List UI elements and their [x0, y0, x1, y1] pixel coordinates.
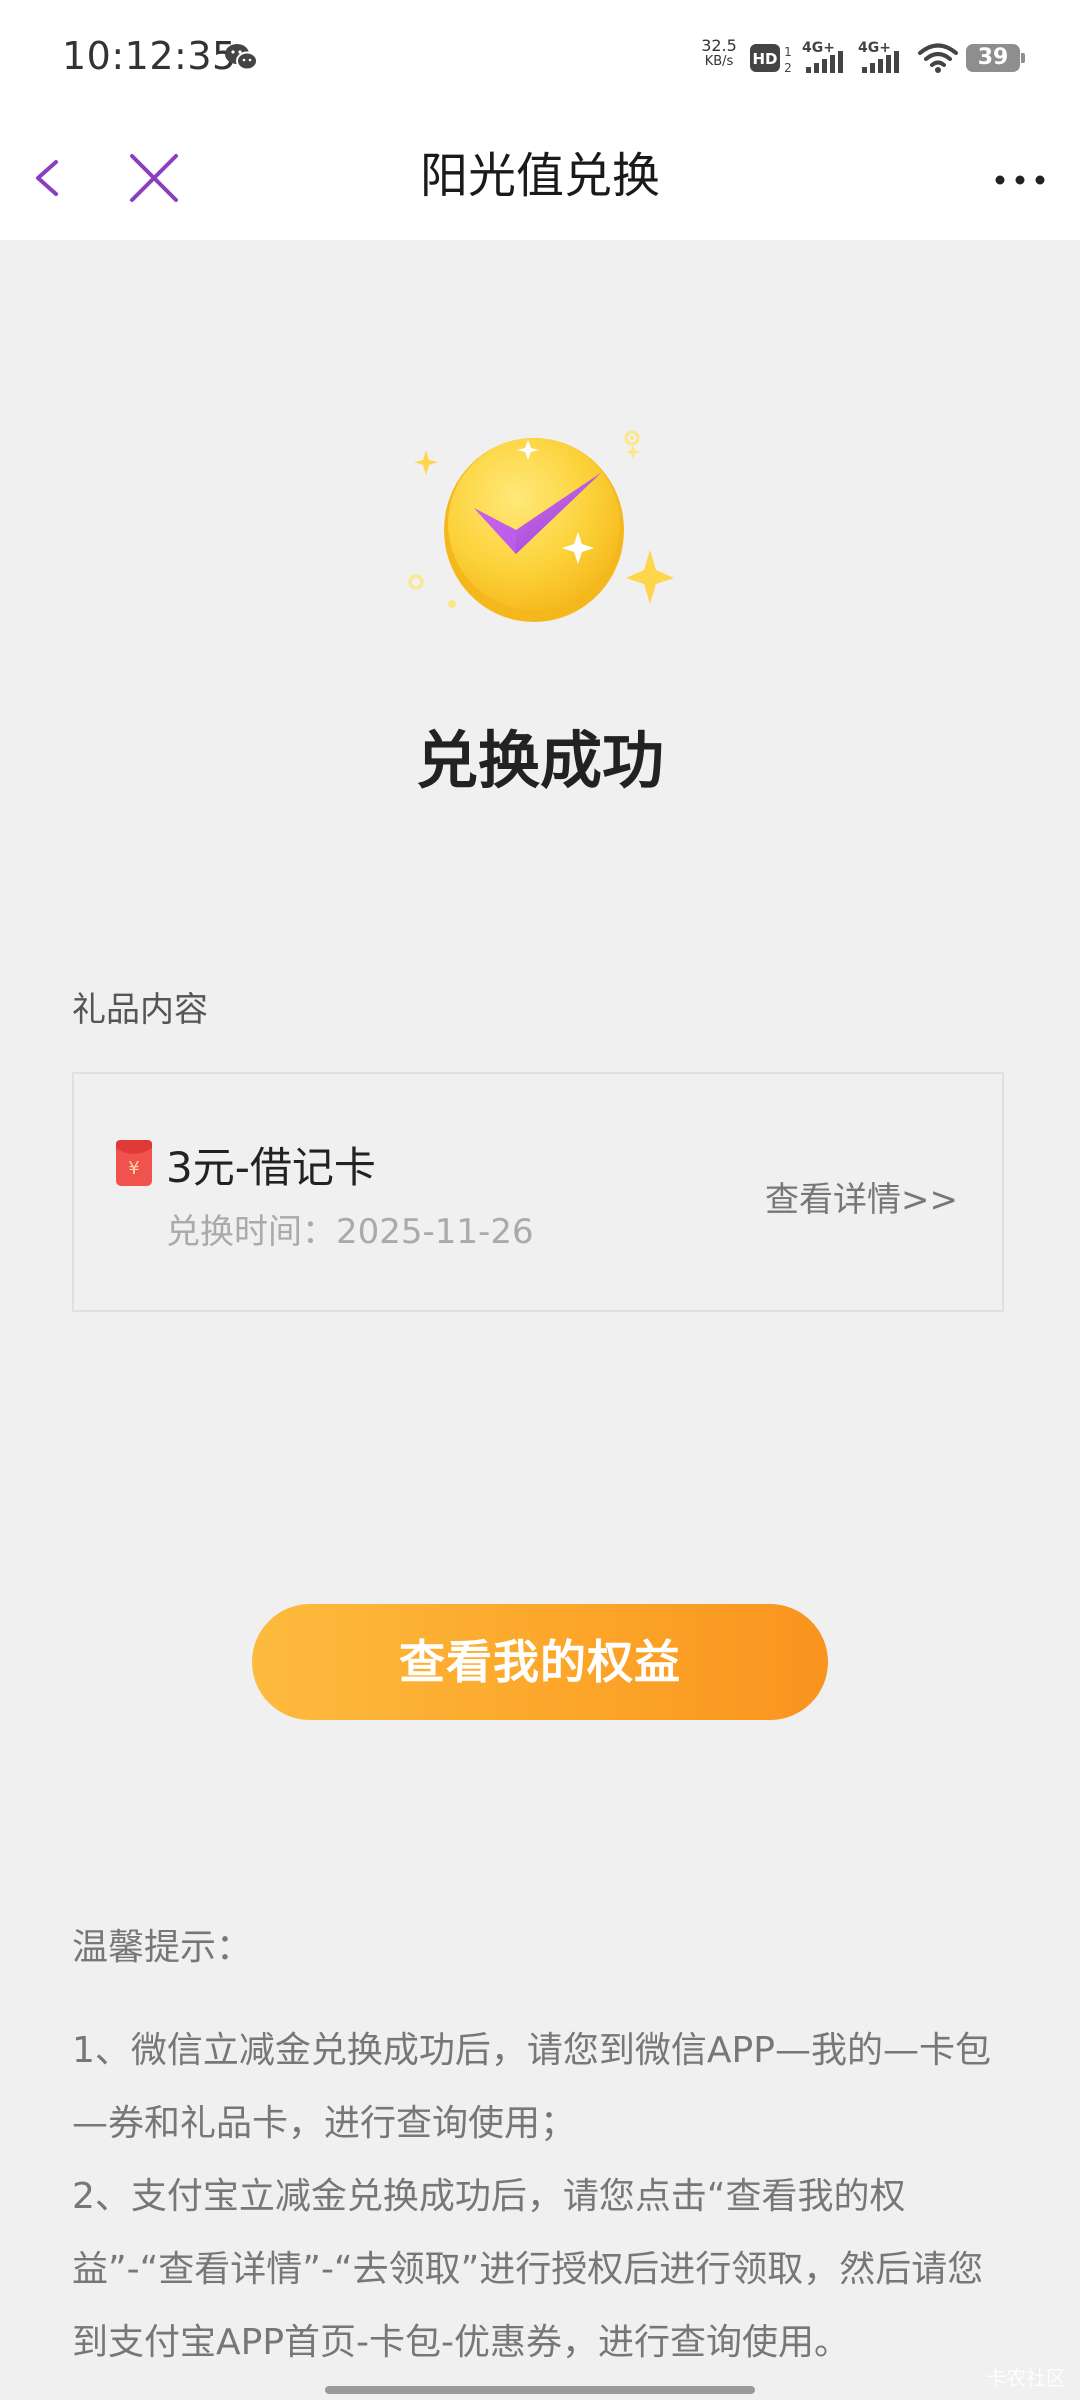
- net-speed-unit: KB/s: [704, 54, 734, 69]
- gift-card: ¥ 3元-借记卡 兑换时间：2025-11-26 查看详情>>: [72, 1072, 1004, 1312]
- battery-level: 39: [977, 45, 1009, 70]
- svg-text:HD: HD: [752, 50, 777, 68]
- svg-text:2: 2: [784, 61, 792, 74]
- view-my-benefits-button[interactable]: 查看我的权益: [252, 1604, 828, 1720]
- tips-title: 温馨提示：: [72, 1927, 253, 1968]
- hd-icon: HD 1 2: [750, 44, 792, 74]
- red-packet-icon: ¥: [116, 1140, 152, 1186]
- nav-bar: 阳光值兑换: [0, 116, 1080, 240]
- wechat-icon: [225, 44, 258, 71]
- success-check-icon: [408, 430, 674, 622]
- signal-icon: 4G+: [802, 40, 843, 73]
- svg-text:1: 1: [784, 45, 792, 59]
- status-time: 10:12:35: [62, 34, 237, 78]
- more-icon[interactable]: [990, 156, 1050, 204]
- view-detail-link[interactable]: 查看详情>>: [765, 1172, 958, 1221]
- gift-name: 3元-借记卡: [166, 1143, 376, 1192]
- gift-time: 兑换时间：2025-11-26: [166, 1204, 534, 1253]
- status-bar: 10:12:35 32.5 KB/s HD 1 2 4G+ 4G+ 39: [0, 0, 1080, 116]
- battery-icon: 39: [966, 44, 1025, 72]
- screen: 10:12:35 32.5 KB/s HD 1 2 4G+ 4G+ 39 阳光值…: [0, 0, 1080, 2400]
- net-speed-value: 32.5: [701, 36, 737, 55]
- net-speed: 32.5 KB/s: [696, 38, 742, 70]
- tip-item: 1、微信立减金兑换成功后，请您到微信APP—我的—卡包—券和礼品卡，进行查询使用…: [72, 2030, 991, 2144]
- wifi-icon: [918, 43, 958, 73]
- tips-body: 1、微信立减金兑换成功后，请您到微信APP—我的—卡包—券和礼品卡，进行查询使用…: [72, 2014, 1016, 2379]
- signal-icon: 4G+: [858, 40, 899, 73]
- section-label: 礼品内容: [72, 990, 208, 1030]
- gift-time-value: 2025-11-26: [336, 1212, 534, 1252]
- watermark: 卡农社区: [986, 2366, 1066, 2390]
- tip-item: 2、支付宝立减金兑换成功后，请您点击“查看我的权益”-“查看详情”-“去领取”进…: [72, 2176, 984, 2363]
- svg-text:4G+: 4G+: [858, 40, 891, 56]
- page-title: 阳光值兑换: [419, 148, 660, 204]
- home-indicator[interactable]: [325, 2386, 755, 2394]
- gift-time-label: 兑换时间：: [166, 1212, 336, 1252]
- svg-text:4G+: 4G+: [802, 40, 835, 56]
- success-title: 兑换成功: [415, 724, 664, 797]
- svg-text:¥: ¥: [128, 1158, 139, 1179]
